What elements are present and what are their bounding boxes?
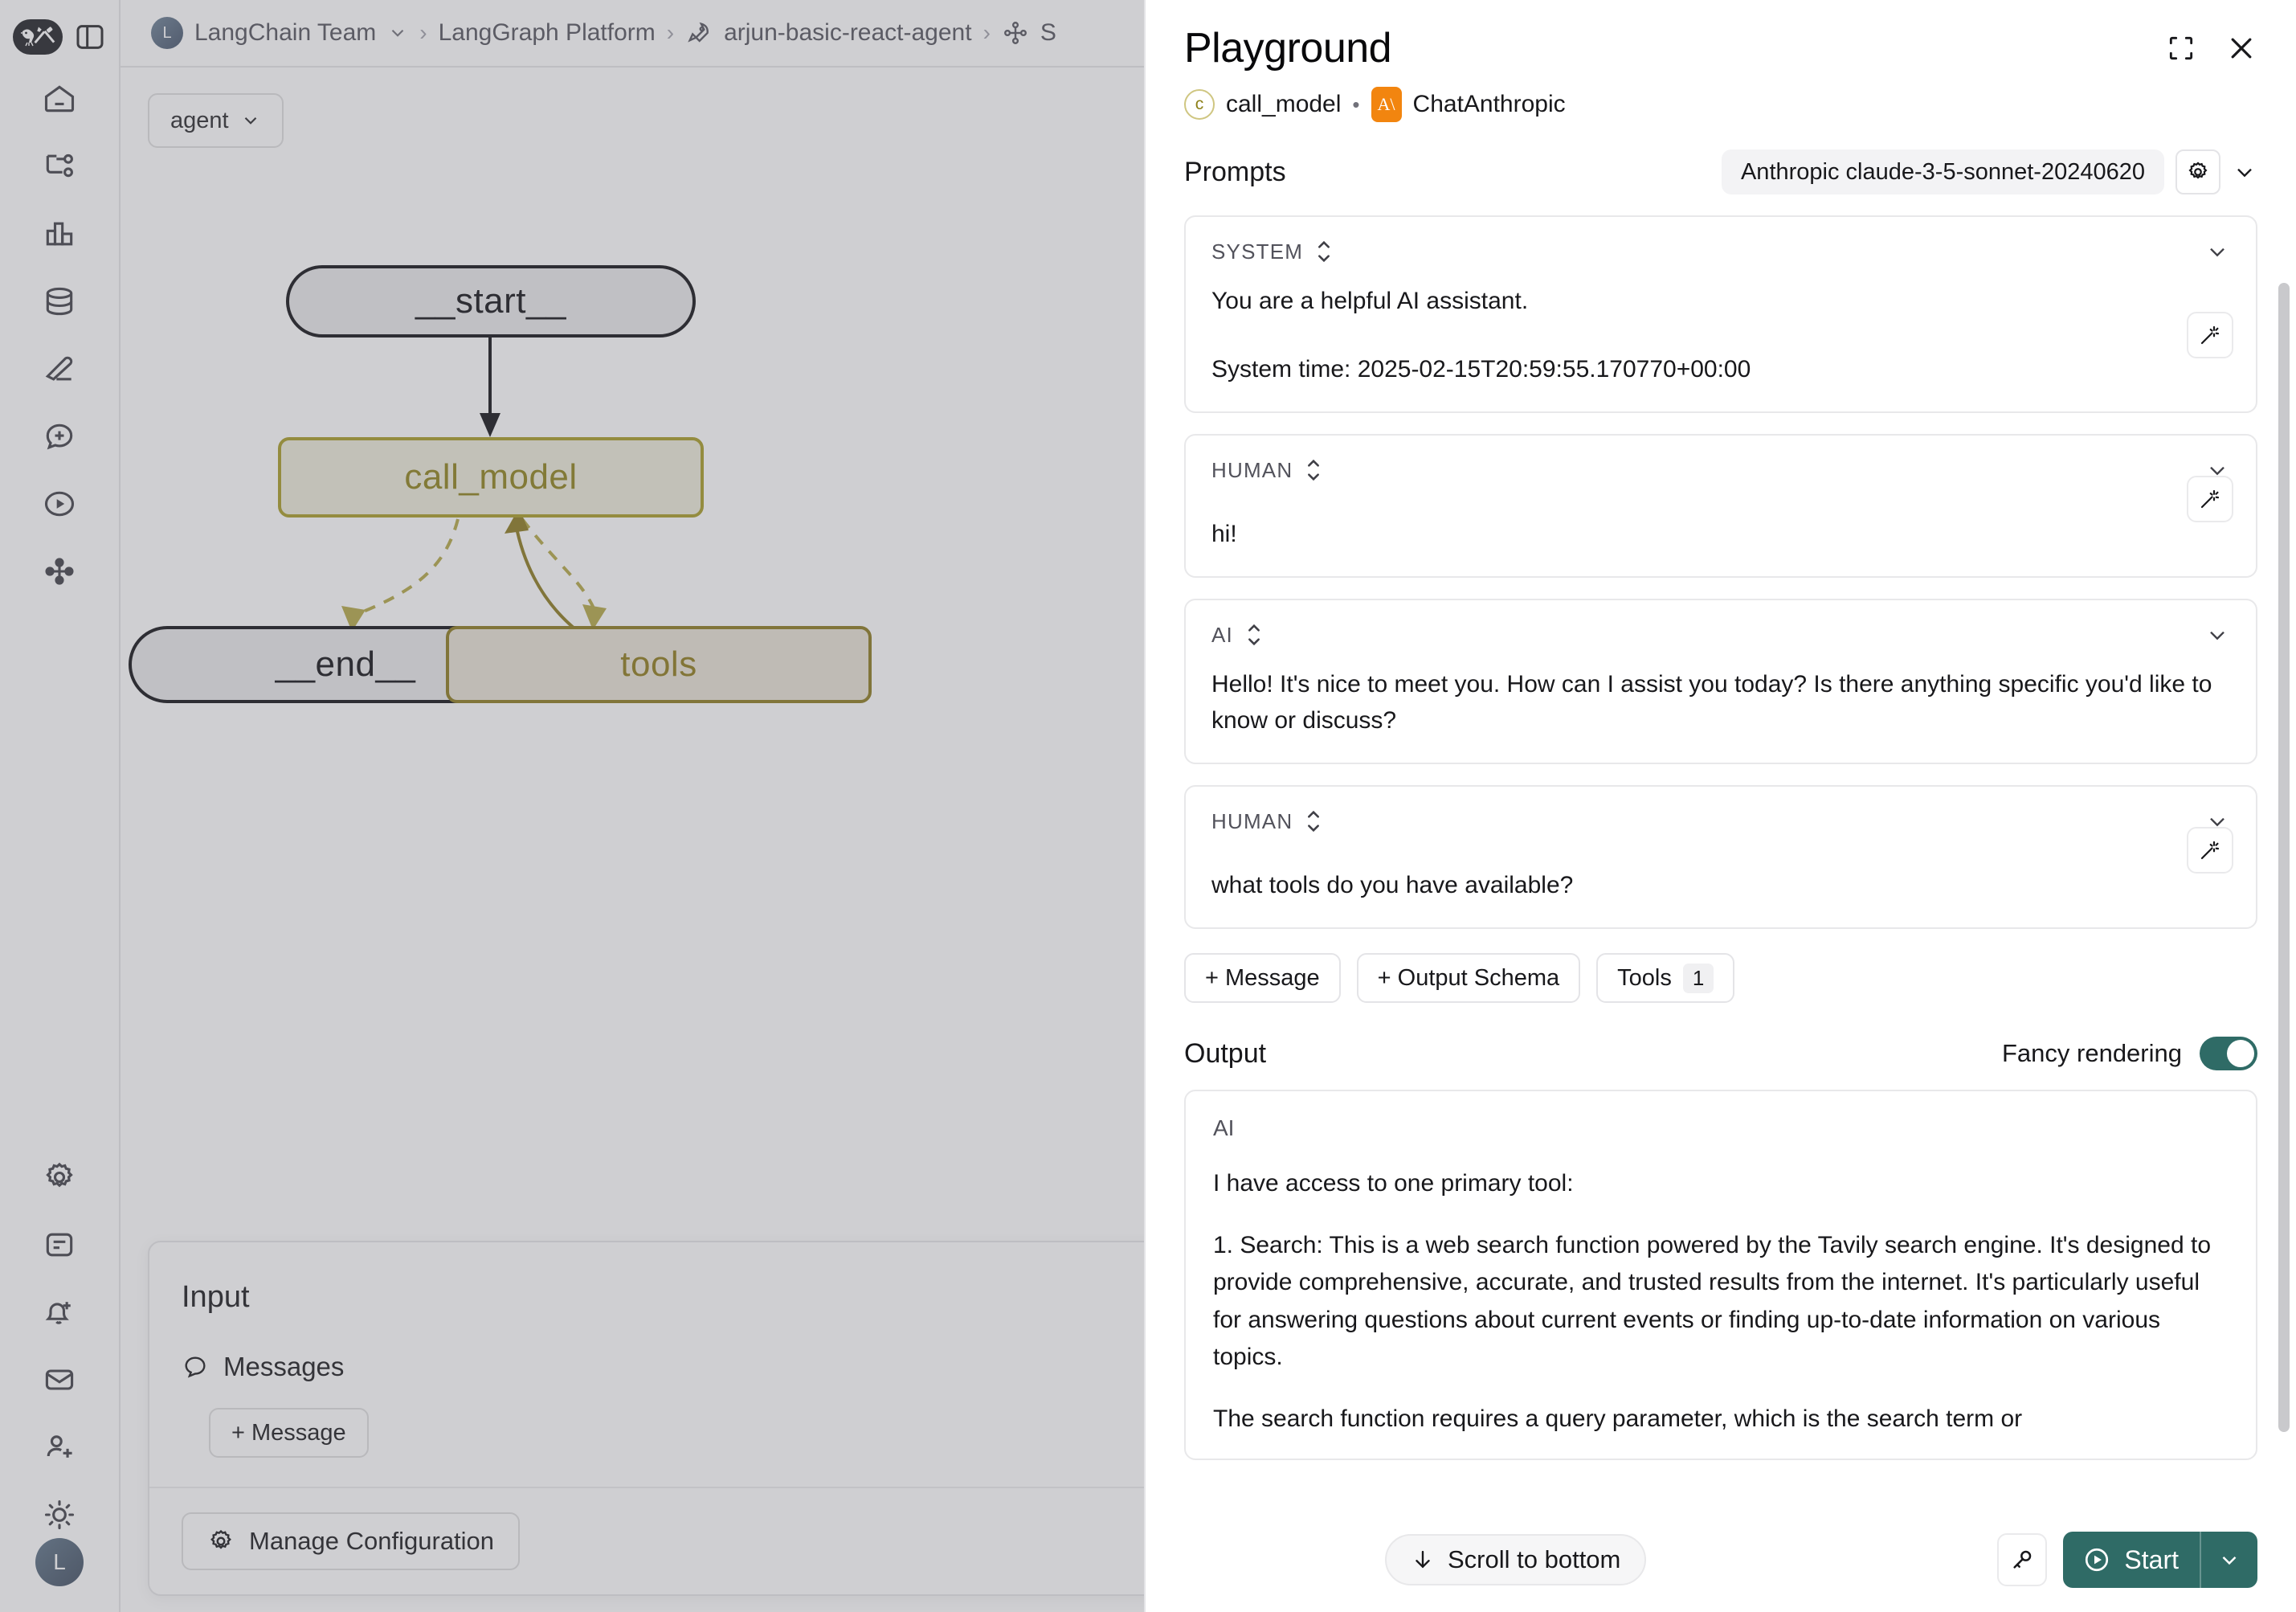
up-down-arrows-icon[interactable] — [1314, 238, 1334, 265]
role-group: HUMAN — [1211, 808, 1323, 835]
panel-scrollbar[interactable] — [2278, 283, 2290, 1432]
output-paragraph: I have access to one primary tool: — [1213, 1170, 1574, 1197]
add-output-schema-button[interactable]: + Output Schema — [1356, 953, 1581, 1003]
playground-footer: Scroll to bottom Start — [1146, 1512, 2296, 1612]
add-output-schema-label: + Output Schema — [1377, 964, 1560, 991]
gear-icon — [2186, 160, 2210, 184]
prompt-message-human-2[interactable]: HUMAN what tools do you have available? — [1184, 785, 2257, 929]
prompt-message-header: HUMAN — [1211, 808, 2230, 835]
key-icon — [2009, 1547, 2035, 1573]
prompt-message-header: SYSTEM — [1211, 238, 2230, 265]
prompt-message-human-1[interactable]: HUMAN hi! — [1184, 434, 2257, 578]
prompts-section-header: Prompts Anthropic claude-3-5-sonnet-2024… — [1184, 149, 2257, 194]
role-group: AI — [1211, 621, 1264, 648]
expand-icon[interactable] — [2166, 33, 2196, 63]
up-down-arrows-icon[interactable] — [1304, 456, 1323, 484]
add-message-label: + Message — [1205, 964, 1320, 991]
role-group: HUMAN — [1211, 456, 1323, 484]
output-paragraph: 1. Search: This is a web search function… — [1213, 1231, 2211, 1371]
tools-button[interactable]: Tools 1 — [1596, 953, 1735, 1003]
magic-wand-button[interactable] — [2187, 476, 2233, 522]
arrow-down-icon — [1411, 1548, 1435, 1572]
playground-scroll-area[interactable]: Prompts Anthropic claude-3-5-sonnet-2024… — [1146, 122, 2296, 1512]
playground-header-row: Playground — [1184, 24, 2257, 72]
playground-panel: Playground c call_model • A\ ChatAnthrop… — [1144, 0, 2296, 1612]
playground-subtitle: c call_model • A\ ChatAnthropic — [1184, 87, 2257, 122]
role-label: AI — [1211, 622, 1233, 647]
chevron-down-icon — [2217, 1548, 2241, 1572]
node-name: call_model — [1226, 91, 1342, 117]
page-title: Playground — [1184, 25, 1392, 72]
prompt-text: System time: 2025-02-15T20:59:55.170770+… — [1211, 356, 1751, 383]
start-label: Start — [2124, 1544, 2179, 1574]
playground-header-actions — [2166, 32, 2257, 64]
prompts-label: Prompts — [1184, 156, 1286, 187]
fancy-rendering-group: Fancy rendering — [2002, 1037, 2257, 1070]
anthropic-logo-icon: A\ — [1371, 87, 1402, 122]
output-paragraph: The search function requires a query par… — [1213, 1405, 2023, 1432]
tools-count-badge: 1 — [1682, 963, 1714, 993]
provider-name: ChatAnthropic — [1412, 91, 1566, 117]
prompt-text: hi! — [1211, 521, 1237, 547]
add-message-button[interactable]: + Message — [1184, 953, 1341, 1003]
prompt-actions: + Message + Output Schema Tools 1 — [1184, 953, 2257, 1003]
up-down-arrows-icon[interactable] — [1304, 808, 1323, 835]
prompt-text: You are a helpful AI assistant. — [1211, 288, 1529, 314]
up-down-arrows-icon[interactable] — [1244, 621, 1264, 648]
prompt-text: Hello! It's nice to meet you. How can I … — [1211, 671, 2212, 734]
api-key-button[interactable] — [1997, 1533, 2048, 1586]
output-section-header: Output Fancy rendering — [1184, 1037, 2257, 1070]
fancy-rendering-toggle[interactable] — [2200, 1037, 2257, 1070]
start-button-main[interactable]: Start — [2063, 1545, 2200, 1575]
scroll-to-bottom-button[interactable]: Scroll to bottom — [1385, 1534, 1647, 1585]
chevron-down-icon[interactable] — [2232, 159, 2257, 185]
role-group: SYSTEM — [1211, 238, 1334, 265]
output-card: AI I have access to one primary tool: 1.… — [1184, 1090, 2257, 1460]
fancy-rendering-label: Fancy rendering — [2001, 1039, 2182, 1067]
role-label: SYSTEM — [1211, 239, 1304, 264]
start-options-button[interactable] — [2201, 1548, 2257, 1572]
role-label: HUMAN — [1211, 808, 1293, 833]
magic-wand-button[interactable] — [2187, 827, 2233, 874]
playground-footer-actions: Start — [1997, 1532, 2257, 1588]
start-button[interactable]: Start — [2063, 1532, 2257, 1588]
prompt-message-header: HUMAN — [1211, 456, 2230, 484]
prompt-text: what tools do you have available? — [1211, 872, 1574, 898]
model-selector: Anthropic claude-3-5-sonnet-20240620 — [1721, 149, 2257, 194]
prompt-message-system[interactable]: SYSTEM You are a helpful AI assistant. S… — [1184, 215, 2257, 413]
chevron-down-icon[interactable] — [2204, 239, 2230, 264]
prompt-message-header: AI — [1211, 621, 2230, 648]
playground-header: Playground c call_model • A\ ChatAnthrop… — [1146, 0, 2296, 122]
scroll-to-bottom-label: Scroll to bottom — [1448, 1545, 1621, 1573]
play-circle-icon — [2082, 1545, 2111, 1574]
model-settings-button[interactable] — [2175, 149, 2220, 194]
magic-wand-button[interactable] — [2187, 312, 2233, 358]
tools-label: Tools — [1617, 964, 1672, 991]
node-badge: c — [1184, 89, 1215, 120]
modal-overlay[interactable] — [0, 0, 1144, 1612]
model-provider: Anthropic — [1740, 158, 1840, 185]
scroll-fade — [1146, 1480, 2296, 1512]
magic-wand-icon — [2198, 487, 2222, 511]
model-pill[interactable]: Anthropic claude-3-5-sonnet-20240620 — [1721, 149, 2164, 194]
role-label: HUMAN — [1211, 457, 1293, 482]
output-role-label: AI — [1213, 1115, 1235, 1140]
magic-wand-icon — [2198, 323, 2222, 347]
output-label: Output — [1184, 1037, 1267, 1069]
magic-wand-icon — [2198, 838, 2222, 862]
chevron-down-icon[interactable] — [2204, 622, 2230, 648]
close-icon[interactable] — [2225, 32, 2257, 64]
prompt-message-ai[interactable]: AI Hello! It's nice to meet you. How can… — [1184, 599, 2257, 764]
model-name: claude-3-5-sonnet-20240620 — [1845, 158, 2145, 185]
separator: • — [1352, 92, 1360, 117]
